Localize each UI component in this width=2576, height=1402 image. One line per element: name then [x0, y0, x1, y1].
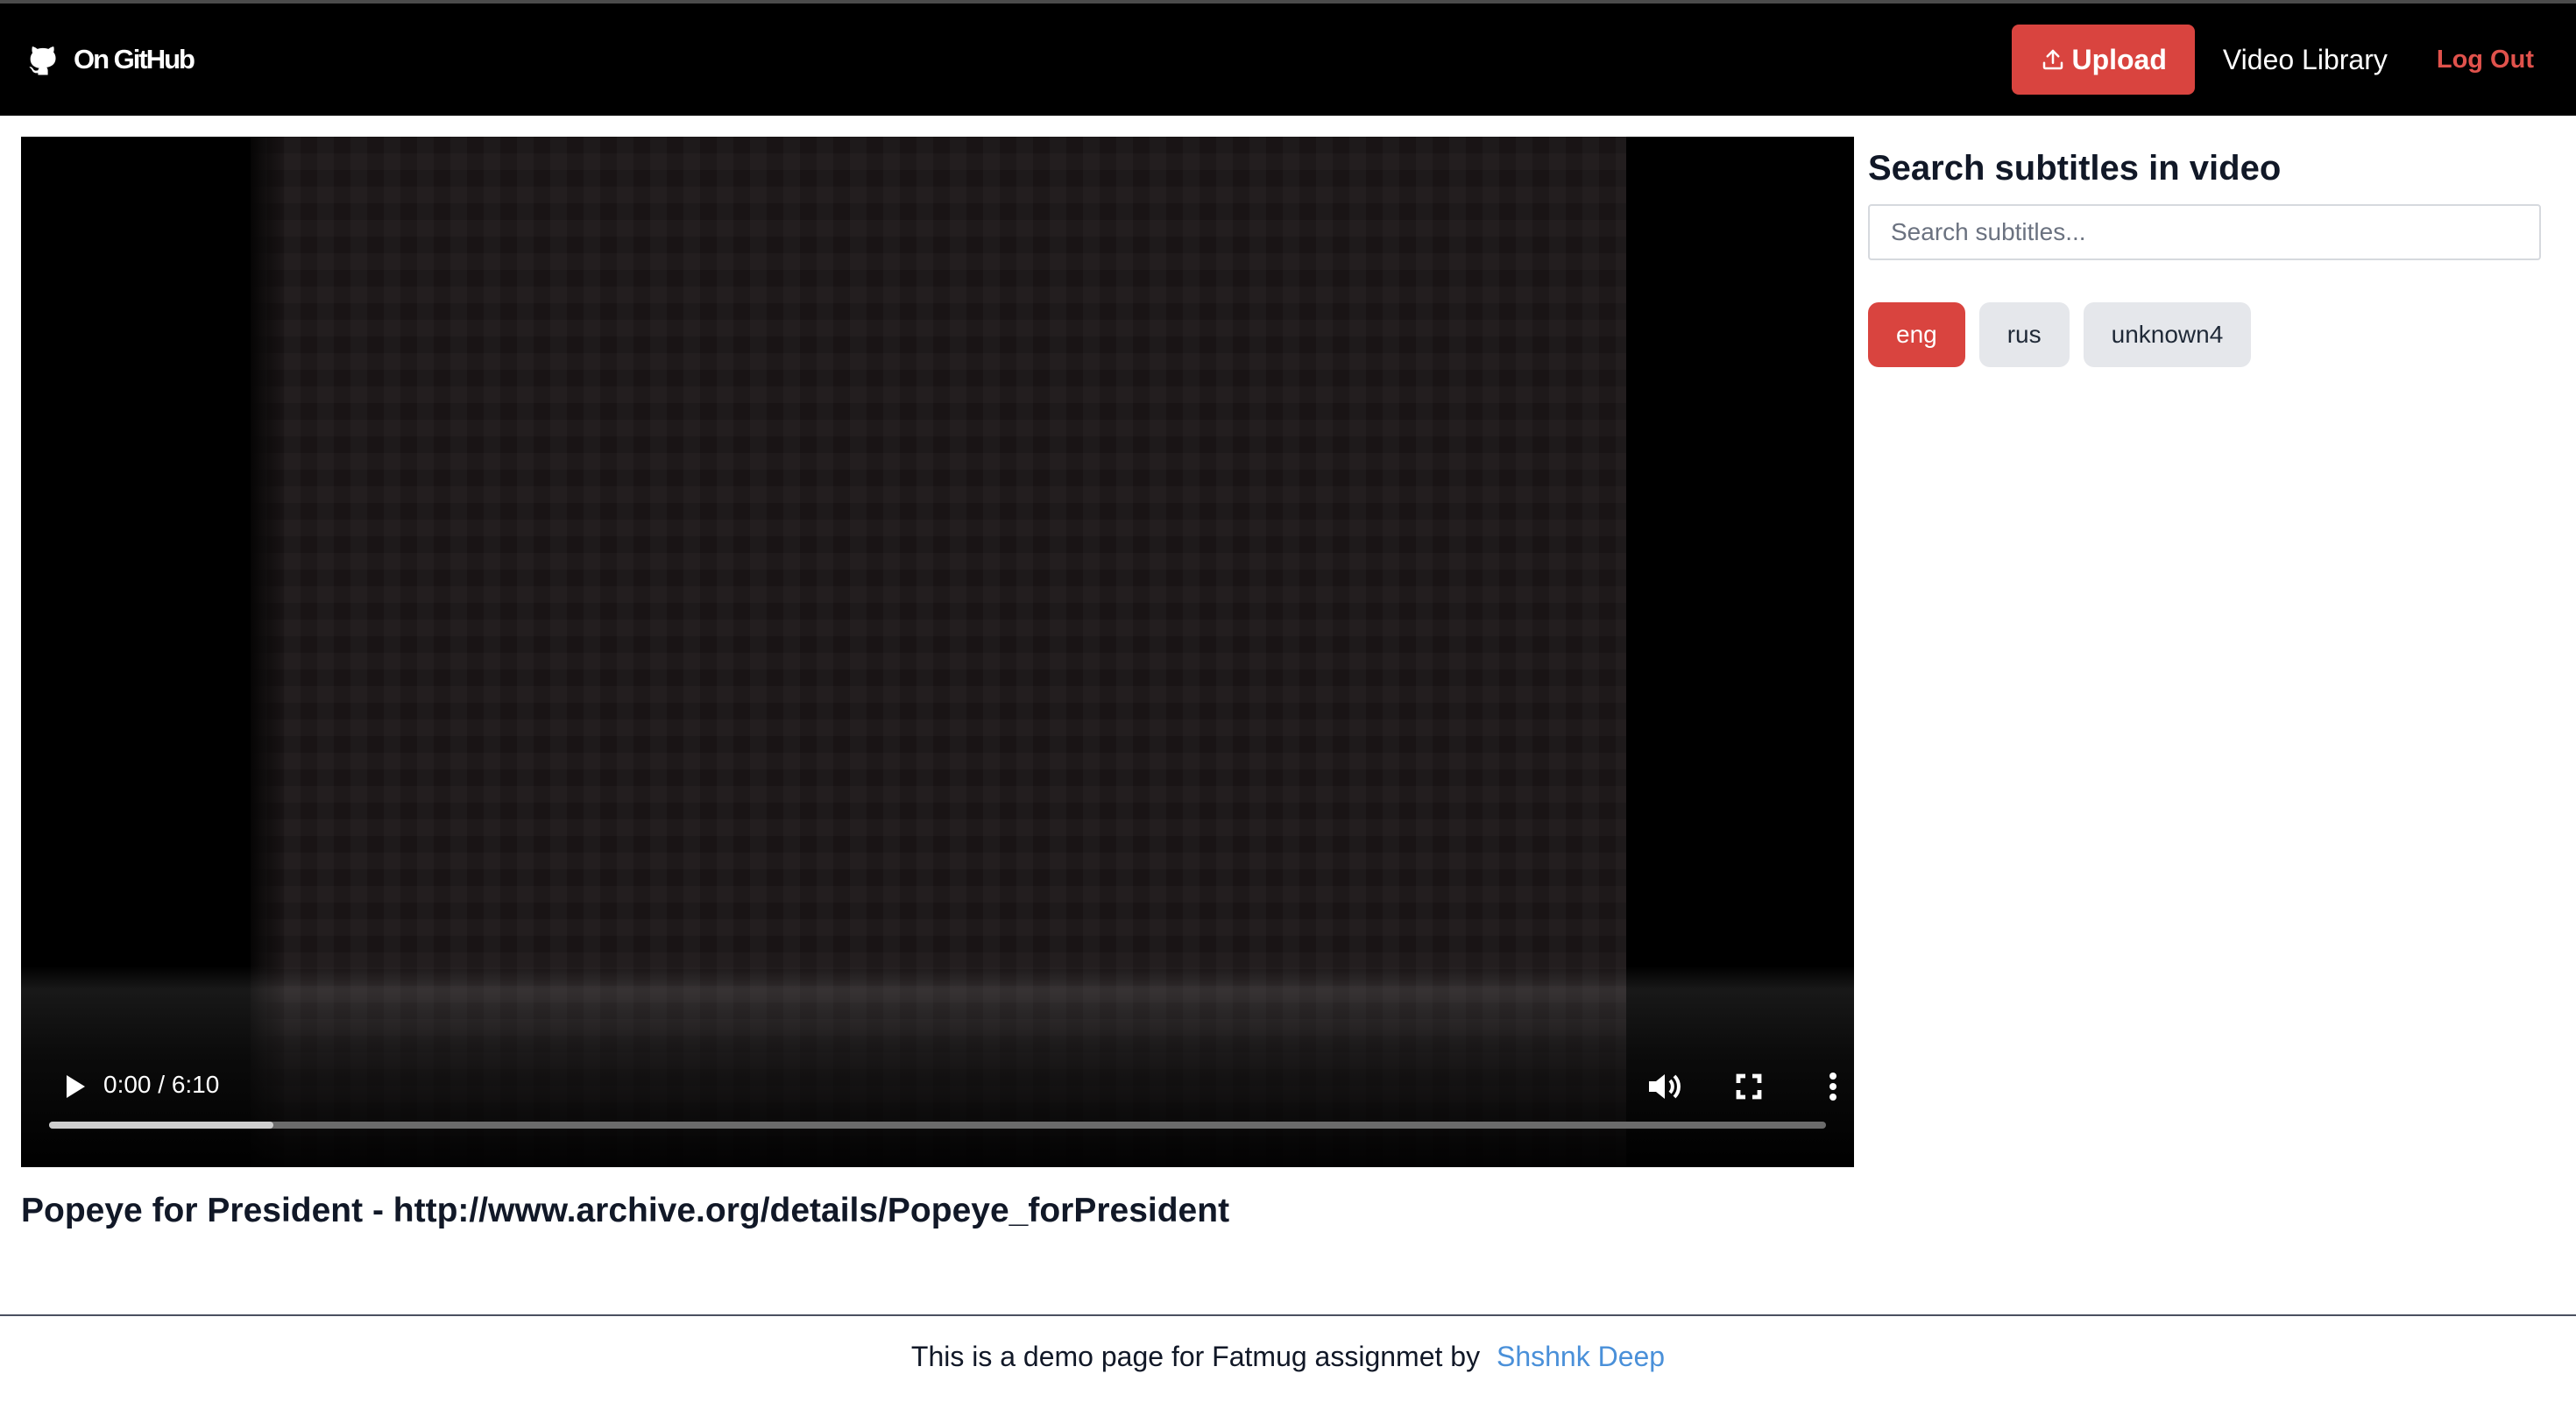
github-icon: [29, 46, 56, 75]
volume-icon: [1649, 1074, 1681, 1099]
upload-icon: [2043, 49, 2063, 70]
video-library-link[interactable]: Video Library: [2223, 44, 2388, 76]
logout-link[interactable]: Log Out: [2437, 46, 2534, 74]
footer-divider: [0, 1314, 2576, 1316]
footer-text: This is a demo page for Fatmug assignmet…: [910, 1341, 1481, 1372]
more-options-button[interactable]: [1812, 1066, 1854, 1108]
progress-bar[interactable]: [49, 1122, 1826, 1129]
volume-button[interactable]: [1642, 1066, 1684, 1108]
author-link[interactable]: Shshnk Deep: [1497, 1341, 1665, 1372]
upload-label: Upload: [2071, 43, 2167, 75]
upload-button[interactable]: Upload: [2012, 25, 2195, 95]
play-icon: [67, 1075, 85, 1098]
nav-actions: Upload Video Library Log Out: [2012, 25, 2534, 95]
language-buttons: eng rus unknown4: [1868, 302, 2541, 367]
play-button[interactable]: [56, 1067, 95, 1106]
subtitle-search-heading: Search subtitles in video: [1868, 149, 2282, 188]
fullscreen-icon: [1736, 1073, 1762, 1100]
navbar: On GitHub Upload Video Library Log Out: [0, 4, 2576, 116]
language-button-eng[interactable]: eng: [1868, 302, 1965, 367]
subtitle-search-input[interactable]: [1868, 204, 2541, 260]
progress-buffered: [49, 1122, 273, 1129]
brand-label: On GitHub: [74, 44, 195, 74]
github-brand-link[interactable]: On GitHub: [25, 41, 195, 78]
language-button-rus[interactable]: rus: [1978, 302, 2070, 367]
subtitle-search-panel: Search subtitles in video engrusunknown4: [1868, 149, 2541, 367]
footer: This is a demo page for Fatmug assignmet…: [0, 1341, 2576, 1373]
fullscreen-button[interactable]: [1728, 1066, 1770, 1108]
controls-overlay: [21, 966, 1854, 1167]
language-button-unknown4[interactable]: unknown4: [2083, 302, 2252, 367]
video-title: Popeye for President - http://www.archiv…: [21, 1192, 1230, 1229]
time-display: 0:00 / 6:10: [103, 1071, 220, 1098]
more-vertical-icon: [1829, 1073, 1836, 1101]
video-player[interactable]: 0:00 / 6:10: [21, 137, 1854, 1167]
